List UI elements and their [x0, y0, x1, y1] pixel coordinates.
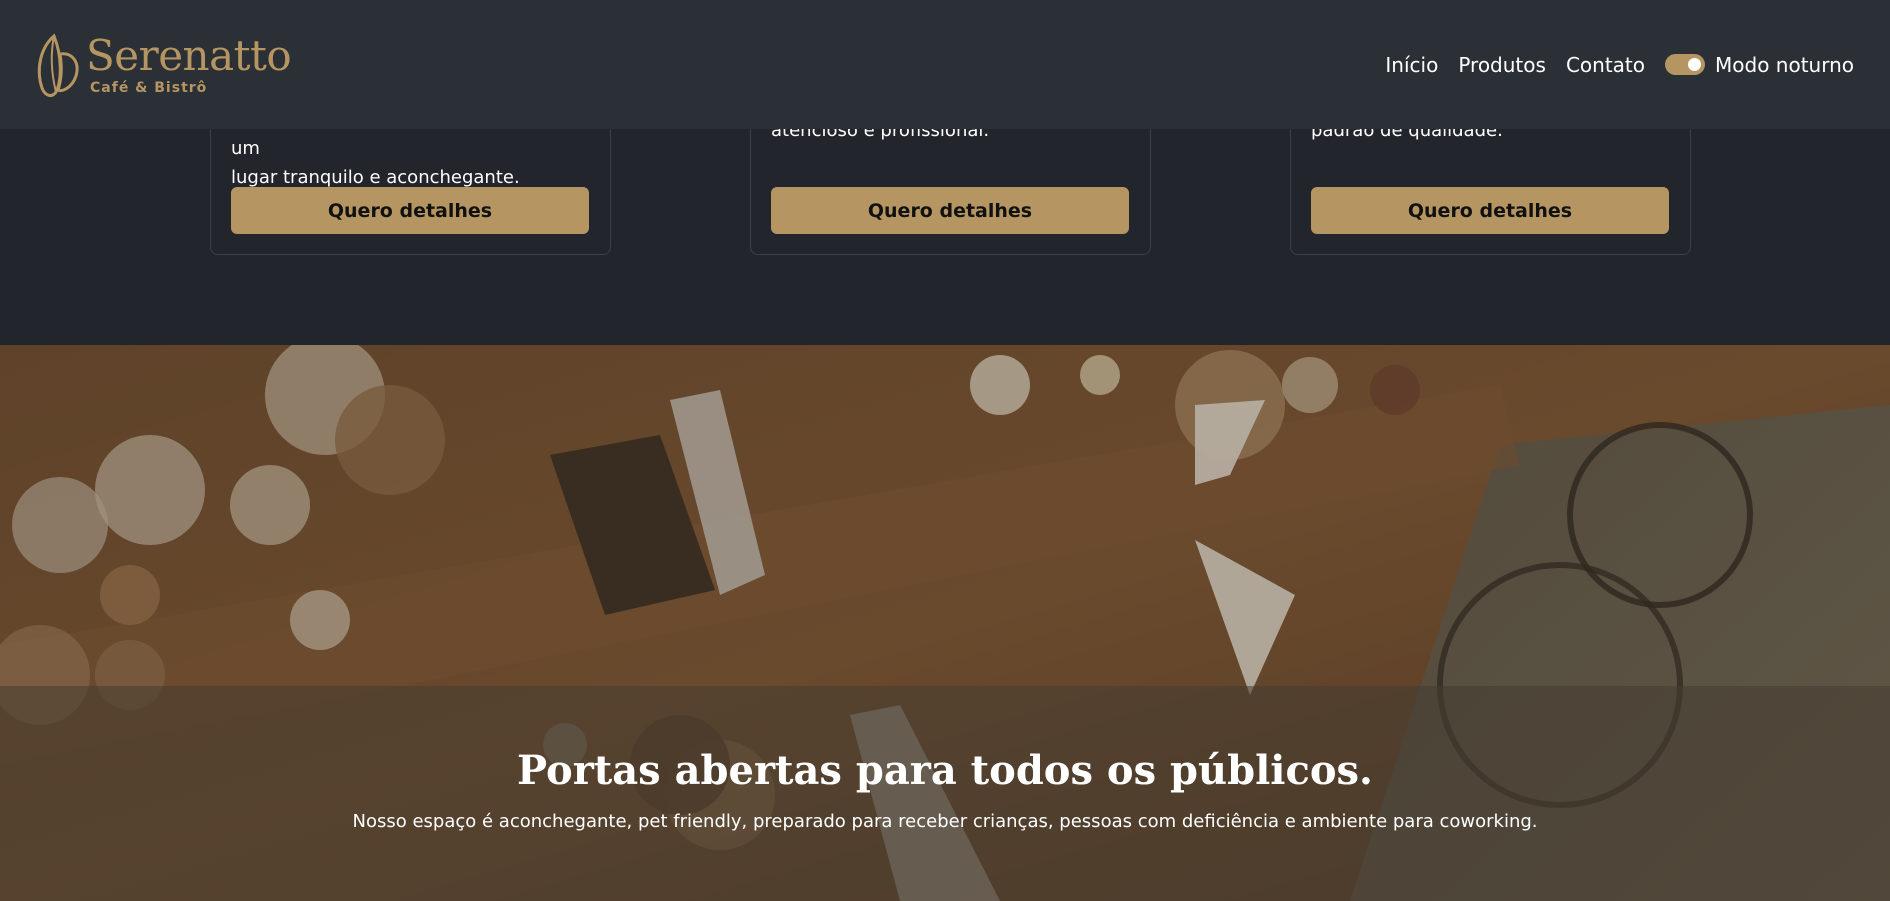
hero-subtitle: Nosso espaço é aconchegante, pet friendl…	[352, 811, 1538, 832]
brand-subtitle: Café & Bistrô	[90, 79, 208, 96]
nav-link-produtos[interactable]: Produtos	[1458, 53, 1546, 77]
details-button[interactable]: Quero detalhes	[231, 187, 589, 234]
hero-section: Portas abertas para todos os públicos. N…	[0, 345, 1890, 901]
toggle-knob	[1688, 58, 1701, 71]
nav-link-inicio[interactable]: Início	[1385, 53, 1438, 77]
brand-name: Serenatto	[86, 30, 292, 80]
details-button[interactable]: Quero detalhes	[1311, 187, 1669, 234]
dark-mode-toggle[interactable]: Modo noturno	[1665, 53, 1854, 77]
main-nav: Início Produtos Contato Modo noturno	[1385, 53, 1854, 77]
card-text-line: lugar tranquilo e aconchegante.	[231, 167, 520, 188]
nav-link-contato[interactable]: Contato	[1566, 53, 1645, 77]
brand-logo[interactable]: Serenatto Café & Bistrô	[32, 30, 292, 100]
toggle-switch[interactable]	[1665, 54, 1705, 75]
toggle-label: Modo noturno	[1715, 52, 1854, 77]
top-navbar: Serenatto Café & Bistrô Início Produtos …	[0, 0, 1890, 129]
hero-title: Portas abertas para todos os públicos.	[517, 747, 1373, 794]
details-button[interactable]: Quero detalhes	[771, 187, 1129, 234]
coffee-bean-icon	[37, 32, 79, 97]
brand-text: Serenatto Café & Bistrô	[86, 30, 292, 96]
